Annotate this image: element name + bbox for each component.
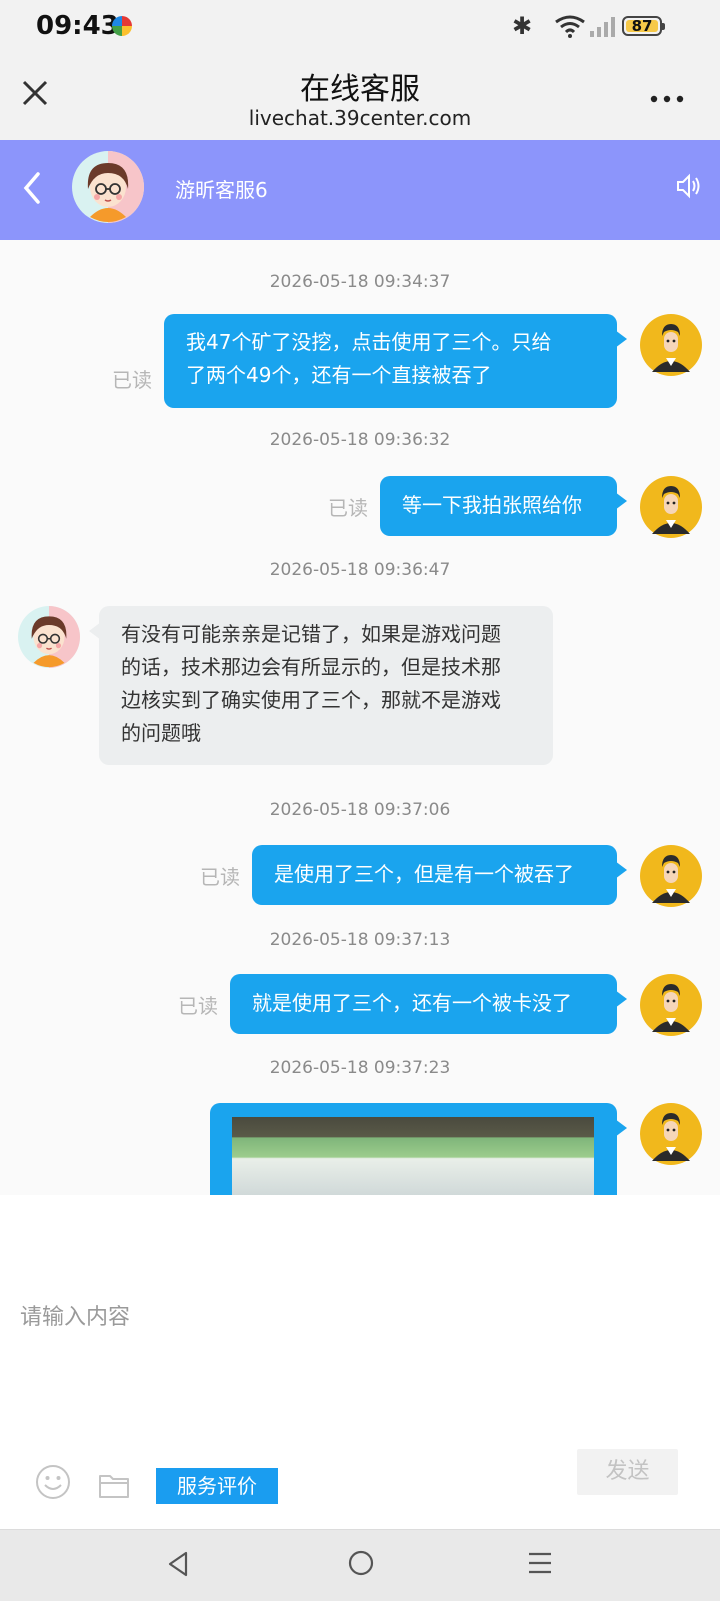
message-timestamp: 2026-05-18 09:37:06 — [269, 800, 451, 820]
message-text-line: 的话，技术那边会有所显示的，但是技术那 — [121, 655, 501, 679]
browser-header: 在线客服 livechat.39center.com — [0, 54, 720, 140]
user-avatar — [640, 476, 702, 538]
nav-menu-icon[interactable] — [528, 1552, 552, 1574]
battery-icon: 87 — [622, 16, 665, 36]
user-message-bubble[interactable]: 我47个矿了没挖，点击使用了三个。只给 了两个49个，还有一个直接被吞了 — [164, 314, 627, 408]
speaker-icon[interactable] — [676, 172, 702, 200]
user-avatar — [640, 974, 702, 1036]
battery-level: 87 — [631, 17, 653, 35]
cellular-signal-icon — [590, 17, 615, 37]
more-icon[interactable] — [650, 94, 684, 104]
chat-message-list[interactable]: 2026-05-18 09:34:37 已读 我47个矿了没挖，点击使用了三个。… — [0, 240, 720, 1195]
chat-header: 游昕客服6 — [0, 140, 720, 240]
message-timestamp: 2026-05-18 09:36:47 — [269, 560, 451, 580]
read-receipt: 已读 — [328, 496, 368, 520]
agent-avatar — [72, 151, 144, 223]
status-bar: 09:43 ✱ 87 — [0, 0, 720, 54]
message-input[interactable]: 请输入内容 — [20, 1299, 130, 1331]
app-notification-icon — [112, 16, 132, 36]
bluetooth-icon: ✱ — [512, 12, 533, 40]
user-avatar — [640, 314, 702, 376]
folder-icon[interactable] — [98, 1471, 130, 1499]
agent-message-bubble[interactable]: 有没有可能亲亲是记错了，如果是游戏问题 的话，技术那边会有所显示的，但是技术那 … — [89, 606, 553, 765]
read-receipt: 已读 — [112, 368, 152, 392]
user-message-bubble[interactable]: 等一下我拍张照给你 — [380, 476, 627, 536]
wifi-icon — [555, 15, 585, 38]
page-title: 在线客服 — [300, 72, 420, 107]
send-button[interactable]: 发送 — [577, 1449, 678, 1495]
message-timestamp: 2026-05-18 09:37:23 — [269, 1058, 451, 1078]
agent-avatar — [18, 606, 80, 668]
read-receipt: 已读 — [200, 865, 240, 889]
page-url: livechat.39center.com — [248, 106, 472, 130]
message-text-line: 边核实到了确实使用了三个，那就不是游戏 — [121, 688, 501, 712]
message-timestamp: 2026-05-18 09:36:32 — [269, 430, 451, 450]
message-text-line: 等一下我拍张照给你 — [402, 493, 582, 517]
message-text-line: 就是使用了三个，还有一个被卡没了 — [252, 991, 572, 1015]
user-message-bubble[interactable]: 是使用了三个，但是有一个被吞了 — [252, 845, 627, 905]
message-text-line: 了两个49个，还有一个直接被吞了 — [186, 363, 492, 387]
emoji-icon[interactable] — [35, 1464, 71, 1500]
back-icon[interactable] — [22, 170, 42, 206]
agent-name: 游昕客服6 — [175, 178, 268, 202]
user-message-bubble[interactable]: 就是使用了三个，还有一个被卡没了 — [230, 974, 627, 1034]
message-timestamp: 2026-05-18 09:37:13 — [269, 930, 451, 950]
nav-back-icon[interactable] — [166, 1550, 190, 1578]
message-text-line: 的问题哦 — [121, 721, 201, 745]
status-time: 09:43 — [36, 11, 119, 41]
message-timestamp: 2026-05-18 09:34:37 — [269, 272, 451, 292]
message-text-line: 我47个矿了没挖，点击使用了三个。只给 — [186, 330, 552, 354]
message-composer: 请输入内容 服务评价 发送 — [0, 1195, 720, 1529]
message-text-line: 有没有可能亲亲是记错了，如果是游戏问题 — [121, 622, 501, 646]
user-image-bubble[interactable] — [210, 1103, 627, 1195]
nav-home-icon[interactable] — [348, 1550, 374, 1576]
user-avatar — [640, 1103, 702, 1165]
user-avatar — [640, 845, 702, 907]
service-rating-button[interactable]: 服务评价 — [156, 1468, 278, 1504]
system-nav-bar — [0, 1529, 720, 1601]
photo-thumbnail[interactable] — [232, 1117, 594, 1195]
read-receipt: 已读 — [178, 994, 218, 1018]
message-text-line: 是使用了三个，但是有一个被吞了 — [274, 862, 574, 886]
